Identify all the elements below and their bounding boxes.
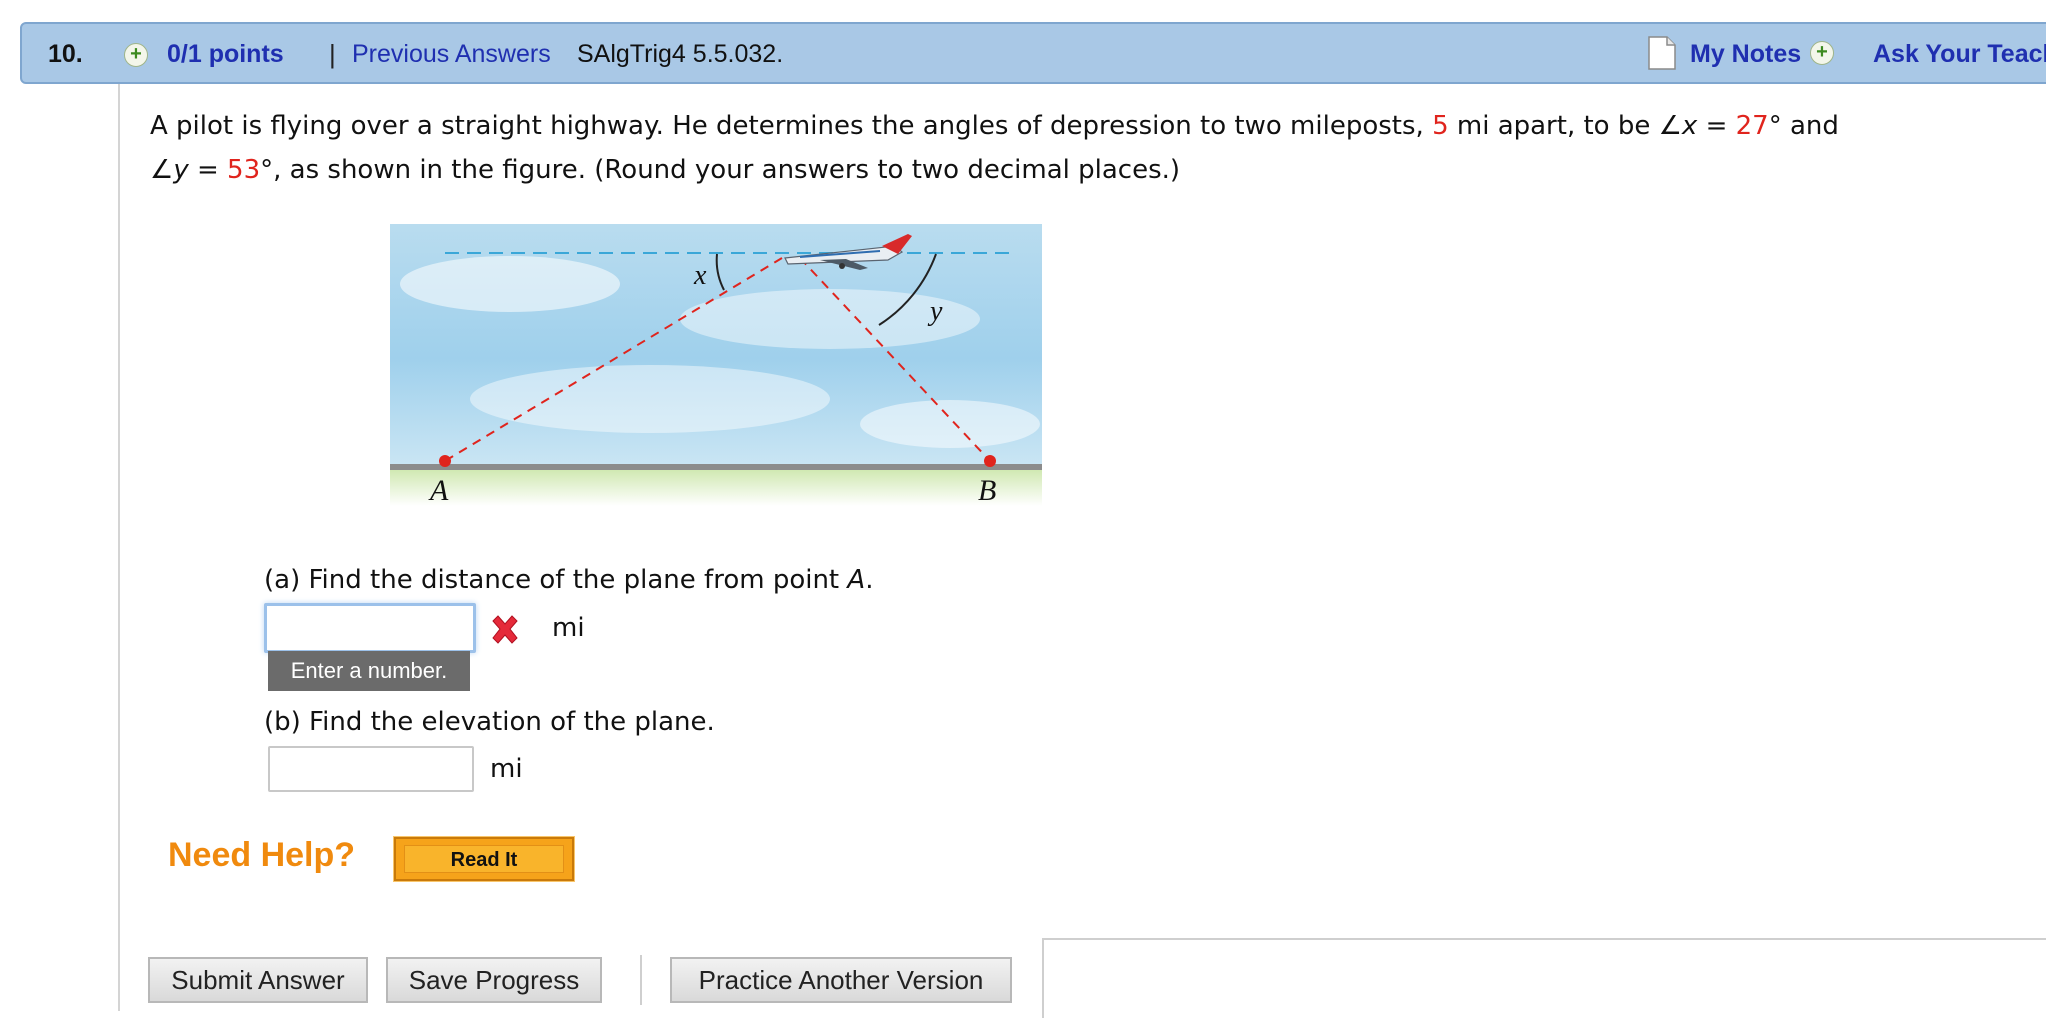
note-icon[interactable] [1647,36,1677,75]
need-help-label: Need Help? [168,836,356,874]
my-notes-link[interactable]: My Notes [1690,40,1801,69]
part-a-unit: mi [552,613,585,643]
distance-value: 5 [1432,111,1449,141]
part-b-prompt: (b) Find the elevation of the plane. [264,707,715,737]
question-number: 10. [48,40,83,68]
bottom-panel [1042,938,2046,1018]
submit-answer-button[interactable]: Submit Answer [148,957,368,1003]
question-header: 10. + 0/1 points | Previous Answers SAlg… [20,22,2046,84]
previous-answers-link[interactable]: Previous Answers [352,40,551,69]
incorrect-x-icon [488,613,522,652]
read-it-button[interactable]: Read It [393,836,575,882]
points-link[interactable]: 0/1 points [167,40,284,69]
highway [390,464,1042,470]
plus-circle-icon[interactable]: + [1810,41,1834,65]
label-b: B [978,474,996,506]
validation-tooltip: Enter a number. [268,651,470,691]
part-a-answer-input[interactable] [264,603,476,653]
plus-circle-icon[interactable]: + [124,43,148,67]
button-divider [640,955,642,1005]
practice-another-version-button[interactable]: Practice Another Version [670,957,1012,1003]
label-x: x [693,260,707,291]
part-b-answer-input[interactable] [268,746,474,792]
label-a: A [428,474,449,506]
point-a-marker [439,455,451,467]
ground [390,469,1042,506]
content-left-border [118,84,120,1011]
header-separator: | [329,39,336,69]
problem-figure: x y A B [390,224,1042,506]
question-text: A pilot is flying over a straight highwa… [150,111,1839,185]
part-a-prompt: (a) Find the distance of the plane from … [264,565,874,595]
part-b-unit: mi [490,754,523,784]
point-b-marker [984,455,996,467]
angle-x-value: 27 [1735,111,1769,141]
angle-y-value: 53 [227,155,261,185]
save-progress-button[interactable]: Save Progress [386,957,602,1003]
label-y: y [927,296,943,327]
ask-your-teacher-link[interactable]: Ask Your Teach [1873,40,2046,69]
question-id: SAlgTrig4 5.5.032. [577,40,784,68]
